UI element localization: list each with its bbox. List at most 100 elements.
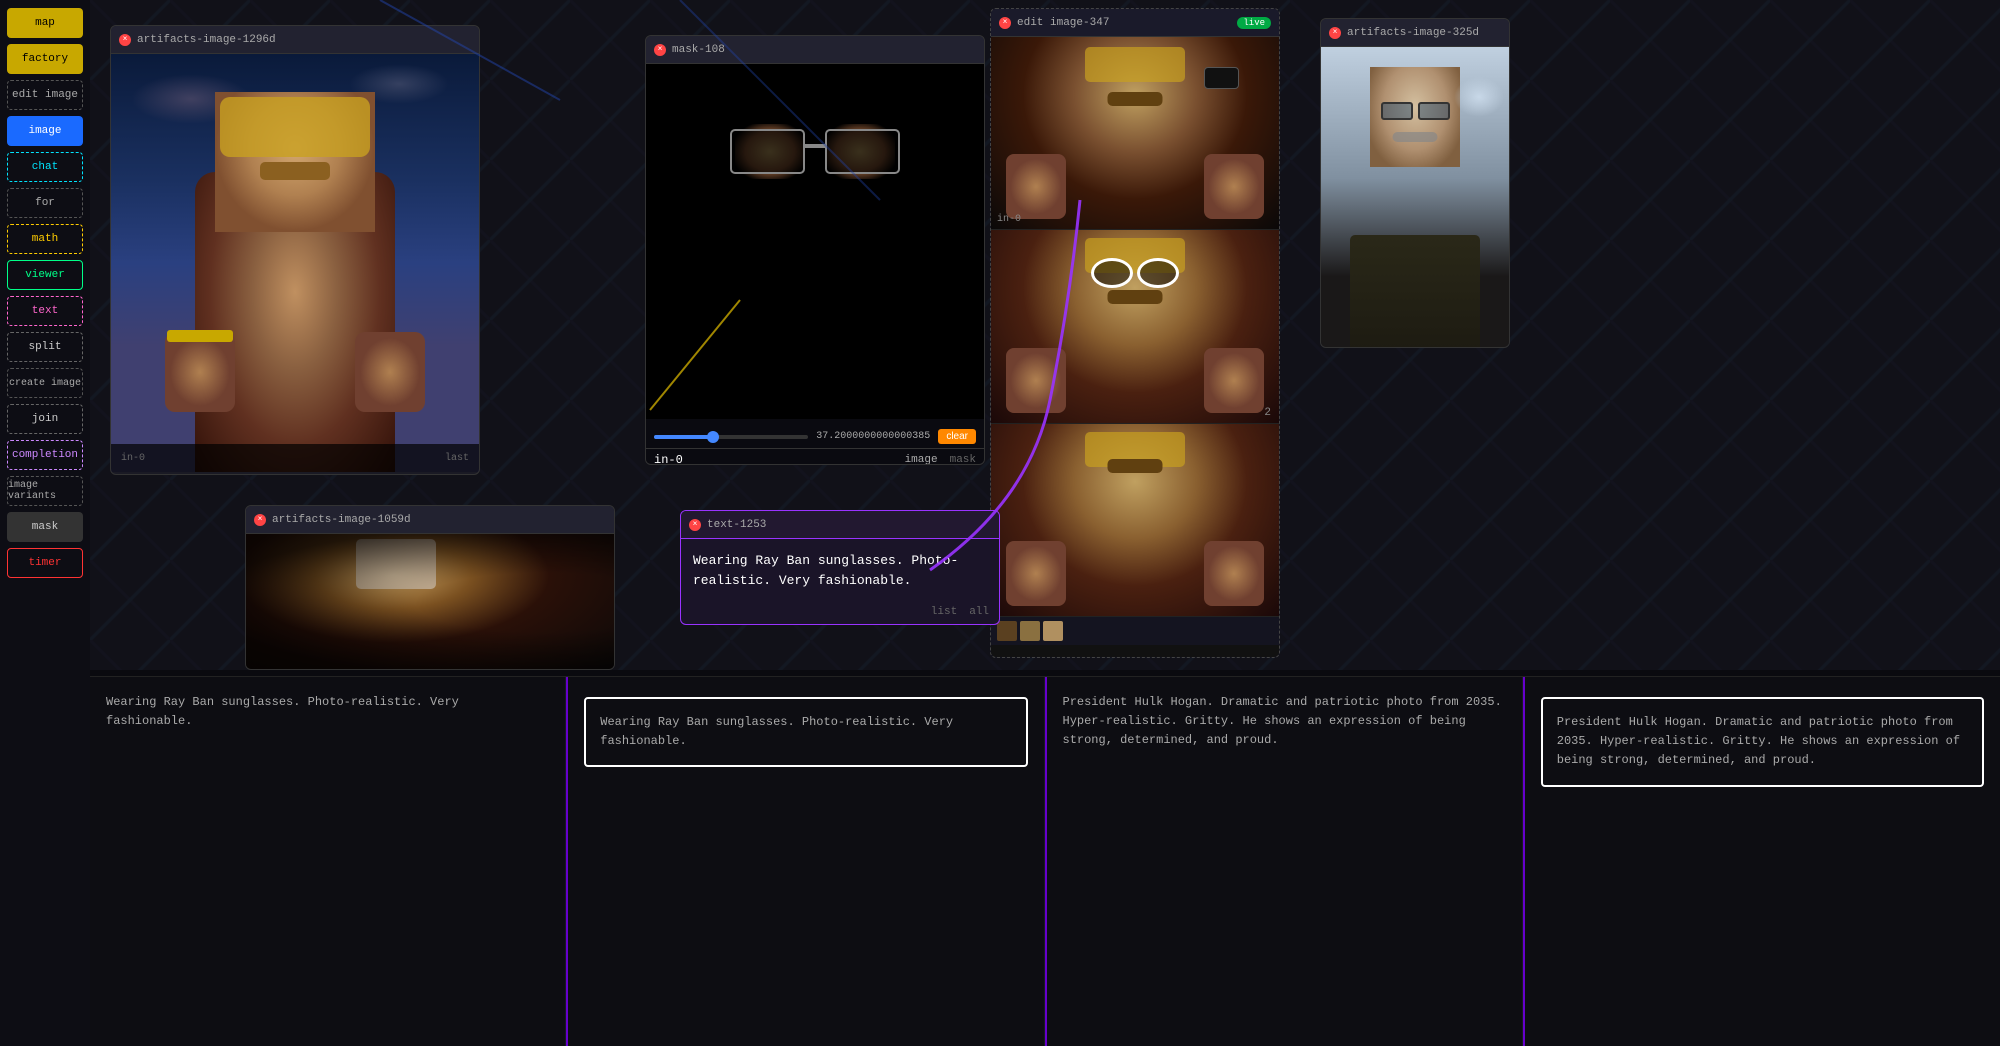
close-button-text1253[interactable]: × (689, 519, 701, 531)
panel-header-text1253: × text-1253 (681, 511, 999, 539)
bottom-strip: Wearing Ray Ban sunglasses. Photo-realis… (90, 676, 2000, 1046)
panel-edit347: × edit image-347 live in-0 (990, 8, 1280, 658)
bottom-cell-2: Wearing Ray Ban sunglasses. Photo-realis… (568, 677, 1044, 1046)
sidebar-label-map: map (35, 17, 55, 29)
live-badge: live (1237, 17, 1271, 29)
slider-row: 37.2000000000000385 clear (646, 425, 984, 448)
sidebar-item-math[interactable]: math (7, 224, 83, 254)
sidebar-label-completion: completion (12, 449, 78, 461)
sidebar-item-text[interactable]: text (7, 296, 83, 326)
panel-text1253: × text-1253 Wearing Ray Ban sunglasses. … (680, 510, 1000, 625)
sidebar-label-text: text (32, 305, 58, 317)
sidebar-item-for[interactable]: for (7, 188, 83, 218)
panel-footer-right-1296d: last (445, 453, 469, 464)
sidebar-item-image-variants[interactable]: image variants (7, 476, 83, 506)
bottom-cell-3: President Hulk Hogan. Dramatic and patri… (1047, 677, 1523, 1046)
sidebar-item-viewer[interactable]: viewer (7, 260, 83, 290)
sidebar-label-viewer: viewer (25, 269, 65, 281)
panel-body-1296d: in-0 last (111, 54, 479, 472)
sidebar-label-chat: chat (32, 161, 58, 173)
close-button-1059d[interactable]: × (254, 514, 266, 526)
img-index-0: in-0 (997, 214, 1021, 225)
text1253-footer: list all (681, 602, 999, 622)
slider-fill (654, 435, 713, 439)
sidebar-item-join[interactable]: join (7, 404, 83, 434)
tab-list[interactable]: list (931, 606, 957, 618)
bottom-highlighted-box-1: Wearing Ray Ban sunglasses. Photo-realis… (584, 697, 1027, 767)
panel-body-1059d (246, 534, 614, 670)
color-swatch-2[interactable] (1020, 621, 1040, 641)
mask-footer-tabs: image mask (905, 454, 976, 465)
panel-header-edit347: × edit image-347 live (991, 9, 1279, 37)
sidebar-item-factory[interactable]: factory (7, 44, 83, 74)
footer-tab-in1[interactable]: in-1 (1043, 657, 1083, 659)
panel-title-1059d: artifacts-image-1059d (272, 514, 411, 526)
sidebar-label-mask: mask (32, 521, 58, 533)
footer-tab-in2[interactable]: in-2 (1087, 657, 1127, 659)
mask-tab-image[interactable]: image (905, 454, 938, 465)
mask-footer: in-0 image mask (646, 448, 984, 465)
close-button-mask108[interactable]: × (654, 44, 666, 56)
sidebar-item-map[interactable]: map (7, 8, 83, 38)
mask-slider-container: 37.2000000000000385 clear in-0 image mas… (646, 419, 984, 465)
panel-artifacts-325d: × artifacts-image-325d (1320, 18, 1510, 348)
close-button-edit347[interactable]: × (999, 17, 1011, 29)
panel-title-1296d: artifacts-image-1296d (137, 34, 276, 46)
panel-body-mask108 (646, 64, 984, 419)
sidebar-item-chat[interactable]: chat (7, 152, 83, 182)
tab-all[interactable]: all (969, 606, 989, 618)
sidebar-item-image[interactable]: image (7, 116, 83, 146)
main-canvas: × artifacts-image-1296d (90, 0, 2000, 670)
panel-header-1296d: × artifacts-image-1296d (111, 26, 479, 54)
sidebar-label-image: image (28, 125, 61, 137)
panel-footer-1296d: in-0 last (111, 444, 479, 472)
close-button-1296d[interactable]: × (119, 34, 131, 46)
slider-thumb[interactable] (707, 431, 719, 443)
color-swatch-1[interactable] (997, 621, 1017, 641)
panel-title-325d: artifacts-image-325d (1347, 27, 1479, 39)
sidebar-item-create-image[interactable]: create image (7, 368, 83, 398)
panel-mask108: × mask-108 (645, 35, 985, 465)
panel-title-text1253: text-1253 (707, 519, 766, 531)
bottom-highlighted-box-2: President Hulk Hogan. Dramatic and patri… (1541, 697, 1984, 787)
color-swatch-row (991, 617, 1279, 645)
footer-tab-in0[interactable]: in-0 (999, 657, 1039, 659)
sidebar-item-timer[interactable]: timer (7, 548, 83, 578)
edit347-body: in-0 2 (991, 37, 1279, 617)
hogan-image-main (111, 54, 479, 472)
sidebar: map factory edit image image chat for ma… (0, 0, 90, 1046)
sidebar-item-completion[interactable]: completion (7, 440, 83, 470)
panel-header-325d: × artifacts-image-325d (1321, 19, 1509, 47)
edit347-img2-number: 2 (1264, 407, 1271, 419)
sidebar-label-split: split (28, 341, 61, 353)
panel-title-edit347: edit image-347 (1017, 17, 1109, 29)
bottom-cell-4: President Hulk Hogan. Dramatic and patri… (1525, 677, 2000, 1046)
footer-tab-last[interactable]: last (1131, 657, 1171, 659)
panel-artifacts-1296d: × artifacts-image-1296d (110, 25, 480, 475)
bottom-text-4: President Hulk Hogan. Dramatic and patri… (1557, 715, 1960, 767)
bottom-text-3: President Hulk Hogan. Dramatic and patri… (1063, 695, 1502, 747)
close-button-325d[interactable]: × (1329, 27, 1341, 39)
bottom-text-1: Wearing Ray Ban sunglasses. Photo-realis… (106, 695, 459, 728)
mask-footer-left: in-0 (654, 453, 683, 465)
sidebar-label-join: join (32, 413, 58, 425)
panel-footer-left-1296d: in-0 (121, 453, 145, 464)
edit347-image-3 (991, 424, 1279, 617)
slider-track[interactable] (654, 435, 808, 439)
sidebar-label-image-variants: image variants (8, 480, 82, 502)
sidebar-item-split[interactable]: split (7, 332, 83, 362)
color-swatch-3[interactable] (1043, 621, 1063, 641)
bottom-text-2: Wearing Ray Ban sunglasses. Photo-realis… (600, 715, 953, 748)
sidebar-label-edit-image: edit image (12, 89, 78, 101)
sidebar-item-mask[interactable]: mask (7, 512, 83, 542)
edit347-footer: in-0 in-1 in-2 last (991, 645, 1279, 658)
sidebar-label-for: for (35, 197, 55, 209)
mask-tab-mask[interactable]: mask (950, 454, 976, 465)
clear-button[interactable]: clear (938, 429, 976, 444)
panel-body-325d: ← 1 (1321, 47, 1509, 348)
slider-value: 37.2000000000000385 (816, 431, 930, 442)
sidebar-item-edit-image[interactable]: edit image (7, 80, 83, 110)
text1253-content: Wearing Ray Ban sunglasses. Photo-realis… (681, 539, 999, 602)
bottom-cell-1: Wearing Ray Ban sunglasses. Photo-realis… (90, 677, 566, 1046)
sidebar-label-math: math (32, 233, 58, 245)
